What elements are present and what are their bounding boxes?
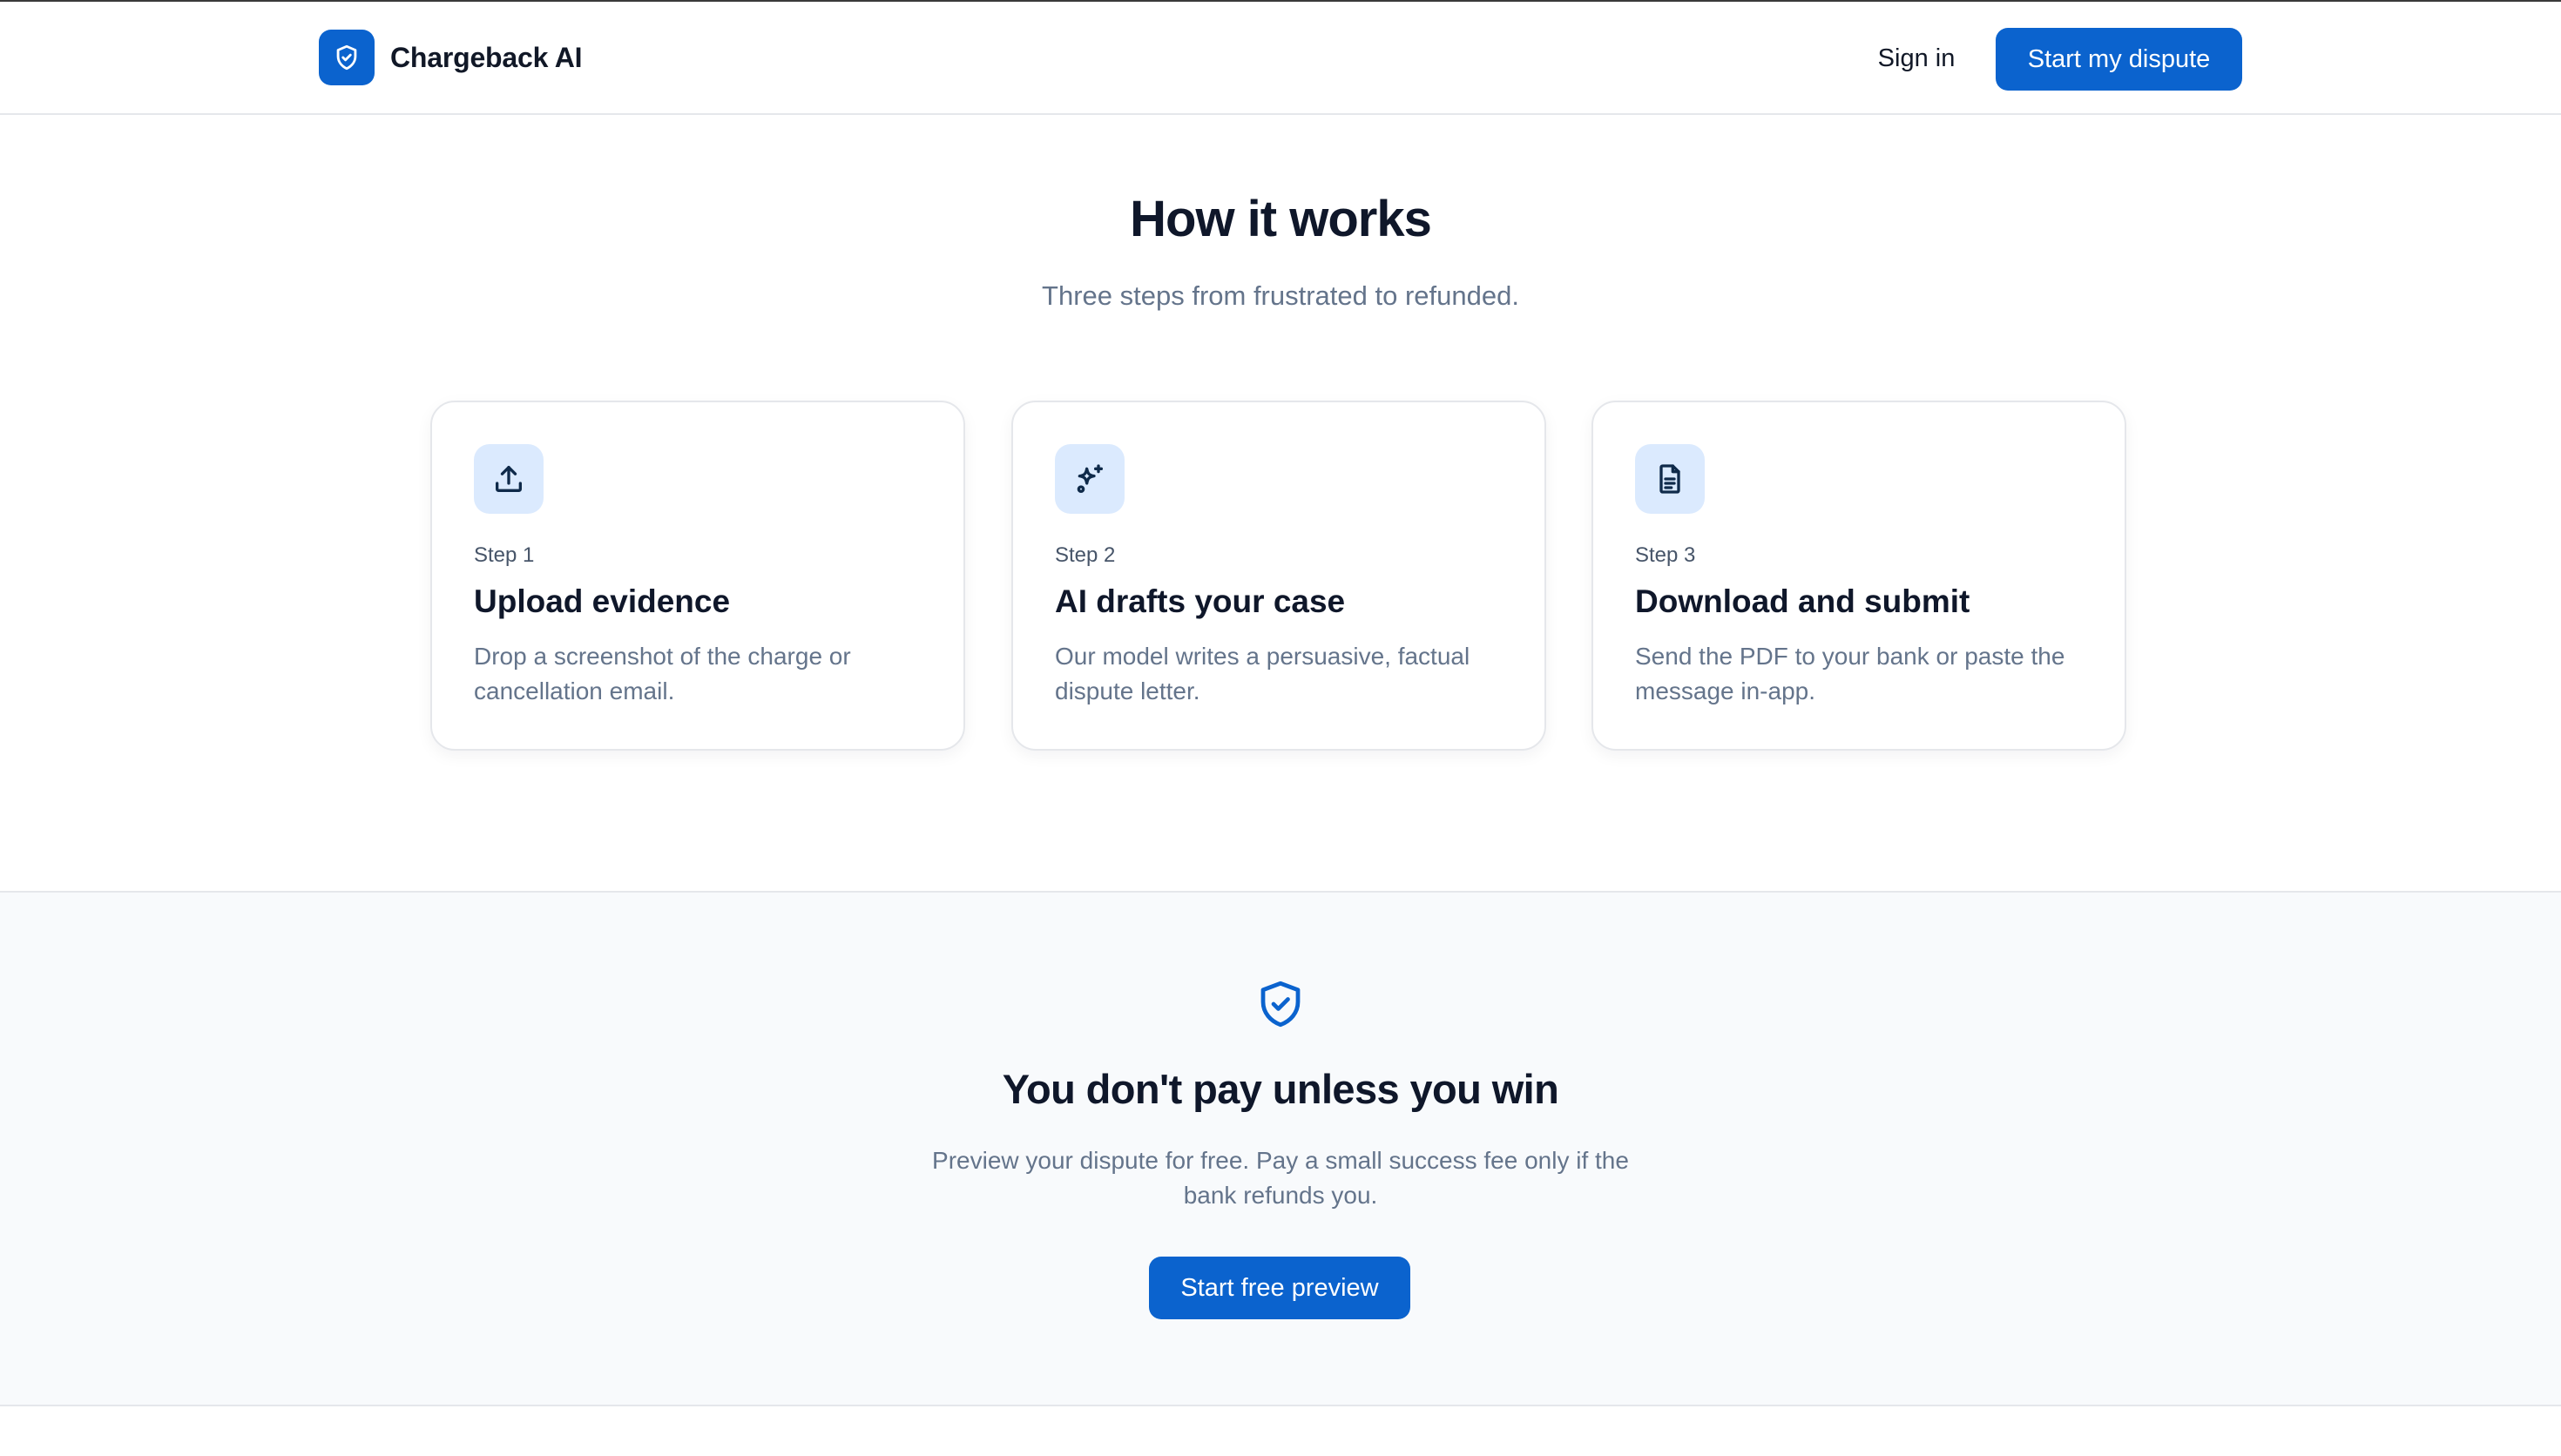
start-free-preview-button[interactable]: Start free preview [1149, 1257, 1410, 1319]
site-header: Chargeback AI Sign in Start my dispute [0, 2, 2561, 115]
how-it-works-title: How it works [1130, 191, 1432, 247]
sparkles-icon [1055, 444, 1125, 514]
step-description: Our model writes a persuasive, factual d… [1055, 643, 1470, 704]
brand-name: Chargeback AI [390, 41, 583, 73]
step-card-ai-drafts: Step 2 AI drafts your case Our model wri… [1011, 401, 1546, 751]
start-dispute-button[interactable]: Start my dispute [1996, 28, 2242, 91]
how-it-works-subtitle: Three steps from frustrated to refunded. [1042, 280, 1519, 311]
document-icon [1635, 444, 1705, 514]
step-card-upload: Step 1 Upload evidence Drop a screenshot… [430, 401, 965, 751]
brand-logo-link[interactable]: Chargeback AI [319, 30, 582, 85]
sign-in-link[interactable]: Sign in [1864, 37, 1969, 80]
step-description: Send the PDF to your bank or paste the m… [1635, 643, 2065, 704]
step-title: AI drafts your case [1055, 583, 1346, 619]
step-card-download: Step 3 Download and submit Send the PDF … [1591, 401, 2126, 751]
guarantee-title: You don't pay unless you win [1002, 1066, 1559, 1112]
step-title: Download and submit [1635, 583, 1970, 619]
shield-check-icon [319, 30, 375, 85]
step-title: Upload evidence [474, 583, 731, 619]
guarantee-section: You don't pay unless you win Preview you… [0, 891, 2561, 1406]
step-label: Step 3 [1635, 543, 1696, 567]
step-label: Step 2 [1055, 543, 1116, 567]
guarantee-description: Preview your dispute for free. Pay a sma… [932, 1147, 1629, 1209]
shield-check-icon [1254, 976, 1307, 1032]
step-label: Step 1 [474, 543, 535, 567]
upload-icon [474, 444, 544, 514]
step-description: Drop a screenshot of the charge or cance… [474, 643, 851, 704]
